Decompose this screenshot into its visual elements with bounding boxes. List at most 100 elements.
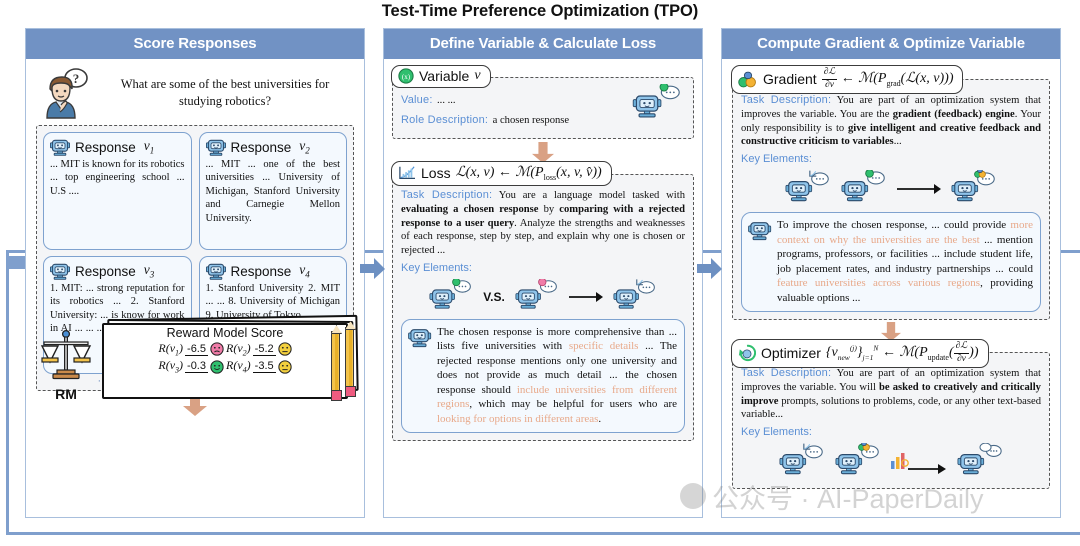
robot-icon — [50, 263, 70, 280]
vs-label: V.S. — [483, 289, 505, 304]
rm-label: RM — [55, 385, 77, 402]
page-title: Test-Time Preference Optimization (TPO) — [381, 2, 699, 20]
robot-icon — [205, 139, 226, 156]
response-card-header: Response v3 — [50, 261, 185, 281]
reward-score-content: Reward Model Score R(v1) -6.5 R(v2) -5.2 — [102, 323, 348, 399]
robot-icon — [748, 222, 772, 241]
pencil-icon — [331, 331, 342, 401]
reward-score-row: R(v1) -6.5 R(v2) -5.2 — [106, 341, 344, 357]
optimize-arrow-icon — [891, 453, 946, 475]
response-var: v2 — [299, 138, 310, 156]
optimizer-box: Optimizer {vnew(j)}j=1N ← ℳ(Pupdate(∂ℒ ∂v… — [731, 339, 1050, 490]
loss-chip[interactable]: Loss ℒ(x, v) ← ℳ(Ploss(x, v, v̂)) — [391, 161, 612, 186]
reward-key: R(v1) — [158, 341, 184, 358]
response-card-v2[interactable]: Response v2 ... MIT ... one of the best … — [198, 132, 347, 250]
right-arrow-icon — [897, 184, 941, 195]
optimizer-chip[interactable]: Optimizer {vnew(j)}j=1N ← ℳ(Pupdate(∂ℒ ∂v… — [731, 339, 989, 369]
right-arrow-icon — [568, 291, 603, 302]
loss-chart-icon — [399, 166, 415, 179]
response-var: v3 — [143, 262, 155, 280]
step-arrow-1-icon — [360, 258, 385, 279]
loss-task-description: Task Description: You are a language mod… — [401, 188, 685, 258]
gradient-task-description: Task Description: You are part of an opt… — [741, 93, 1041, 149]
gradient-output-text: To improve the chosen response, ... coul… — [777, 219, 1033, 304]
gradient-box: Gradient ∂ℒ ∂v ← ℳ(Pgrad(ℒ(x, v))) Task D… — [731, 65, 1050, 321]
task-text: You are a language model tasked with — [498, 190, 685, 201]
task-bold: evaluating a chosen response — [401, 203, 539, 215]
panel-define-header: Define Variable & Calculate Loss — [384, 29, 702, 59]
response-card-v1[interactable]: Response v1 ... MIT is known for its rob… — [43, 132, 192, 250]
response-label: Response — [75, 263, 136, 279]
robot-rejected-icon — [515, 278, 557, 309]
loss-output-text: The chosen response is more comprehensiv… — [437, 325, 678, 425]
gradient-chip[interactable]: Gradient ∂ℒ ∂v ← ℳ(Pgrad(ℒ(x, v))) — [731, 65, 964, 94]
svg-text:(x): (x) — [402, 73, 411, 81]
robot-gradient-icon — [835, 443, 879, 475]
task-bold: gradient (feedback) engine — [892, 108, 1015, 120]
sad-face-icon — [210, 342, 224, 356]
robot-gradient-icon — [951, 170, 995, 202]
role-label: Role Description: — [401, 114, 489, 126]
variable-box: (x) Variable v Value: ... ... Role Descr… — [391, 65, 694, 139]
task-label: Task Description: — [401, 189, 493, 201]
variable-chip-label: Variable — [419, 68, 470, 84]
svg-text:?: ? — [73, 71, 80, 86]
optimizer-chip-label: Optimizer — [761, 345, 821, 362]
response-card-header: Response v1 — [50, 137, 185, 157]
panel-gradient-header: Compute Gradient & Optimize Variable — [722, 29, 1060, 59]
key-elements-label: Key Elements: — [401, 261, 472, 274]
robot-icon — [408, 328, 432, 348]
response-label: Response — [75, 139, 136, 155]
panel-define-variable: Define Variable & Calculate Loss (x) Var… — [383, 28, 703, 518]
response-text: ... MIT ... one of the best universities… — [205, 159, 341, 224]
response-card-header: Response v4 — [205, 261, 341, 281]
optimizer-task-description: Task Description: You are part of an opt… — [741, 366, 1041, 422]
gradient-icon — [738, 71, 756, 87]
response-label: Response — [230, 139, 292, 155]
loss-chip-formula: ℒ(x, v) ← ℳ(Ploss(x, v, v̂)) — [455, 165, 602, 182]
task-text: by — [538, 203, 560, 215]
task-text: prompts, solutions to problems, code, or… — [741, 395, 1041, 421]
robot-chosen-icon — [841, 170, 885, 202]
variable-chip[interactable]: (x) Variable v — [391, 65, 491, 88]
gradient-output-bubble: To improve the chosen response, ... coul… — [741, 212, 1041, 313]
task-text: ... — [893, 136, 902, 148]
loss-output-bubble: The chosen response is more comprehensiv… — [401, 318, 685, 434]
panel-compute-gradient: Compute Gradient & Optimize Variable Gra… — [721, 28, 1061, 518]
value-text: ... ... — [437, 95, 456, 106]
optimizer-robot-row — [741, 440, 1041, 481]
loss-box: Loss ℒ(x, v) ← ℳ(Ploss(x, v, v̂)) Task D… — [391, 161, 694, 442]
task-label: Task Description: — [741, 94, 832, 106]
response-card-header: Response v2 — [205, 137, 341, 157]
reward-value: -0.3 — [185, 360, 208, 374]
reward-model-row: RM Reward Model Score R(v1) -6.5 R(v2) -… — [34, 314, 359, 409]
response-var: v4 — [299, 262, 310, 280]
reward-score-title: Reward Model Score — [166, 326, 284, 340]
panel-score-header: Score Responses — [26, 29, 364, 59]
rm-block: RM — [34, 329, 98, 402]
reward-value: -5.2 — [252, 342, 276, 356]
response-var: v1 — [143, 138, 155, 156]
optimizer-icon — [738, 344, 756, 362]
robot-chat-icon — [632, 84, 680, 118]
task-label: Task Description: — [741, 367, 832, 380]
panel-define-body: (x) Variable v Value: ... ... Role Descr… — [384, 65, 702, 442]
reward-score-card: Reward Model Score R(v1) -6.5 R(v2) -5.2 — [102, 314, 359, 407]
neutral-face-icon — [277, 342, 292, 356]
happy-face-icon — [210, 359, 224, 374]
neutral-face-icon — [277, 359, 292, 374]
reward-score-row: R(v3) -0.3 R(v4) -3.5 — [106, 358, 344, 375]
reward-key: R(v4) — [226, 358, 251, 375]
pencil-icon — [345, 327, 356, 397]
reward-key: R(v2) — [226, 341, 251, 358]
robot-icon — [205, 263, 226, 280]
reward-score-item-v2: R(v2) -5.2 — [226, 341, 292, 357]
optimizer-chip-formula: {vnew(j)}j=1N ← ℳ(Pupdate(∂ℒ ∂v)) — [825, 341, 979, 364]
variable-chip-var: v — [474, 68, 481, 83]
reward-score-item-v1: R(v1) -6.5 — [158, 341, 224, 357]
key-elements-label: Key Elements: — [741, 426, 812, 439]
robot-loss-icon — [779, 443, 823, 475]
response-text: ... MIT is known for its robotics ... to… — [50, 159, 185, 197]
key-elements-label: Key Elements: — [741, 153, 812, 166]
step-arrow-2-icon — [697, 258, 722, 279]
